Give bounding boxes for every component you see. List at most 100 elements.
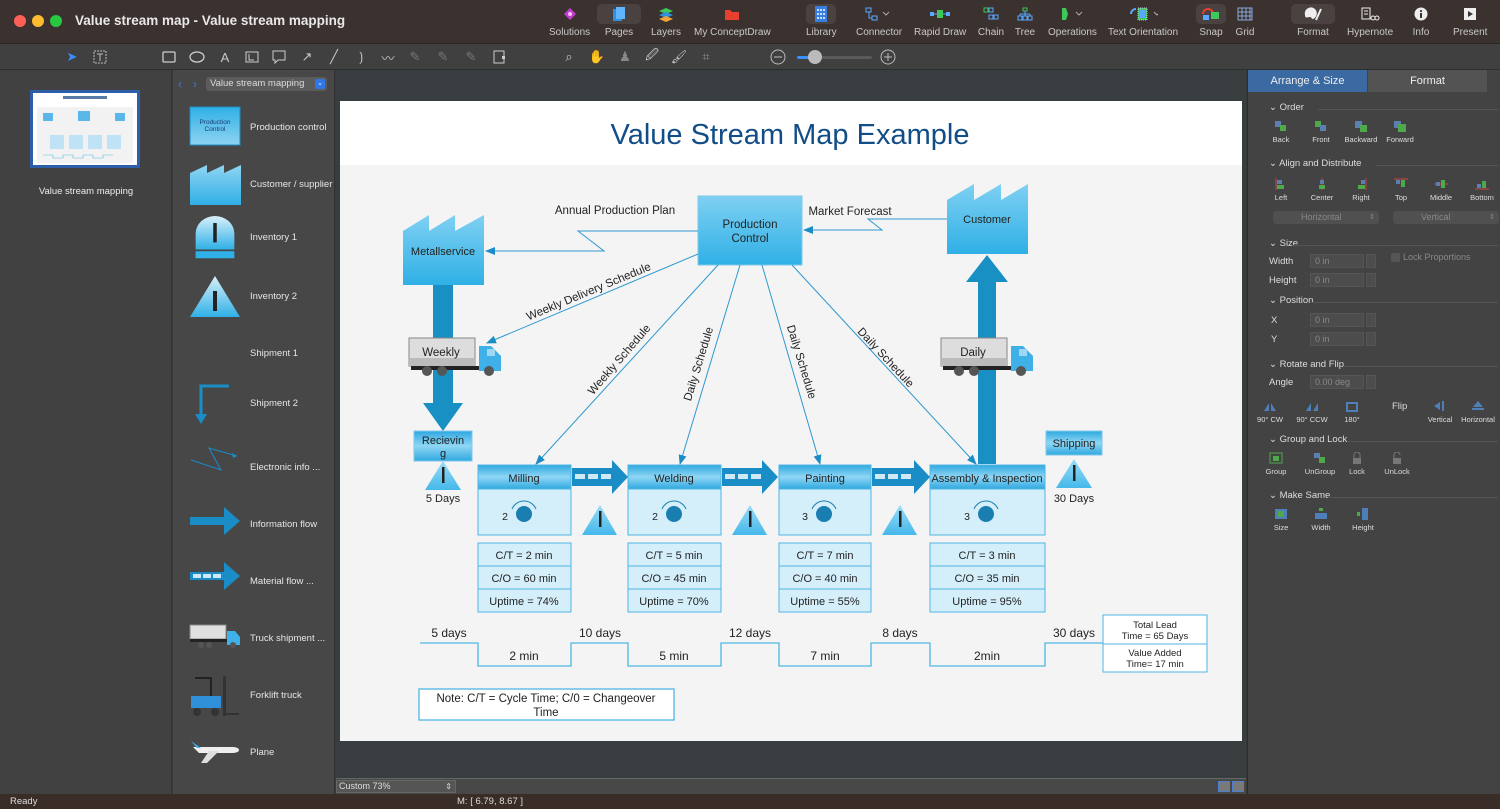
fit-page-icon[interactable]	[1232, 781, 1244, 792]
curve-tool-icon[interactable]: 〰	[379, 48, 397, 66]
zoom-in-icon[interactable]	[879, 48, 897, 66]
line-tool-icon[interactable]: ╱	[325, 48, 343, 66]
lead-time-summary[interactable]: Total Lead Time = 65 Days Value Added Ti…	[1102, 614, 1208, 673]
unlock-button[interactable]: UnLock	[1375, 452, 1419, 476]
eyedropper-tool-icon[interactable]: 🖉	[643, 47, 661, 66]
receiving-inventory[interactable]	[425, 461, 461, 490]
section-make-same[interactable]: ⌄ Make Same	[1269, 490, 1330, 501]
zoom-window-button[interactable]	[50, 15, 62, 27]
material-flow-arrow[interactable]	[572, 460, 628, 494]
angle-input[interactable]: 0.00 deg	[1310, 375, 1364, 389]
library-back-icon[interactable]: ‹	[178, 77, 182, 91]
y-stepper[interactable]	[1366, 332, 1376, 346]
my-conceptdraw-button[interactable]: My ConceptDraw	[694, 4, 771, 42]
zoom-tool-icon[interactable]: ⌕	[560, 48, 578, 66]
text-orientation-button[interactable]: Text Orientation	[1108, 4, 1178, 42]
library-button[interactable]: Library	[806, 4, 837, 42]
height-input[interactable]: 0 in	[1310, 273, 1364, 287]
connector-button[interactable]: Connector	[856, 4, 902, 42]
x-stepper[interactable]	[1366, 313, 1376, 327]
rapid-draw-button[interactable]: Rapid Draw	[914, 4, 966, 42]
tab-format[interactable]: Format	[1368, 70, 1487, 92]
library-item-shipment-1[interactable]: Shipment 1	[187, 332, 332, 382]
process-painting[interactable]: Painting 3	[778, 464, 872, 536]
select-tool-icon[interactable]: ➤	[63, 48, 81, 66]
section-rotate-flip[interactable]: ⌄ Rotate and Flip	[1269, 359, 1344, 370]
library-item-forklift[interactable]: Forklift truck	[187, 674, 332, 724]
library-item-material-flow[interactable]: Material flow ...	[187, 560, 332, 610]
group-button[interactable]: Group	[1254, 452, 1298, 476]
format-painter-tool-icon[interactable]: 🖌	[670, 48, 688, 66]
text-tool-icon[interactable]: A	[216, 48, 234, 66]
library-item-production-control[interactable]: Production Control Production control	[187, 106, 332, 156]
rotate-cw-button[interactable]: 90° CW	[1248, 400, 1292, 424]
supplier-factory[interactable]: Metallservice	[403, 215, 484, 285]
section-order[interactable]: ⌄ Order	[1269, 102, 1304, 113]
arrow-tool-icon[interactable]: ↗	[298, 48, 316, 66]
inventory-triangle[interactable]	[882, 505, 917, 535]
flip-horizontal-button[interactable]: Horizontal	[1456, 400, 1500, 424]
align-bottom-button[interactable]: Bottom	[1460, 178, 1500, 202]
y-input[interactable]: 0 in	[1310, 332, 1364, 346]
library-item-inventory-1[interactable]: Inventory 1	[187, 216, 332, 266]
zoom-slider-thumb[interactable]	[808, 50, 822, 64]
bezier-tool-icon[interactable]: ✎	[406, 48, 424, 66]
data-box-assembly[interactable]: C/T = 3 min C/O = 35 min Uptime = 95%	[929, 542, 1046, 613]
stamp-tool-icon[interactable]: ♟	[616, 48, 634, 66]
add-point-tool-icon[interactable]: ✎	[434, 48, 452, 66]
library-item-plane[interactable]: Plane	[187, 731, 332, 781]
inventory-triangle[interactable]	[732, 505, 767, 535]
minimize-window-button[interactable]	[32, 15, 44, 27]
close-window-button[interactable]	[14, 15, 26, 27]
align-left-button[interactable]: Left	[1259, 178, 1303, 202]
insert-shape-tool-icon[interactable]	[491, 48, 509, 66]
section-group-lock[interactable]: ⌄ Group and Lock	[1269, 434, 1347, 445]
zoom-out-icon[interactable]	[769, 48, 787, 66]
page-thumbnail[interactable]	[30, 90, 140, 168]
tree-button[interactable]: Tree	[1010, 4, 1040, 42]
snap-button[interactable]: Snap	[1196, 4, 1226, 42]
pages-button[interactable]: Pages	[597, 4, 641, 42]
section-size[interactable]: ⌄ Size	[1269, 238, 1298, 249]
library-item-customer-supplier[interactable]: Customer / supplier	[187, 163, 332, 213]
page-view-icon[interactable]	[1218, 781, 1230, 792]
hand-tool-icon[interactable]: ✋	[588, 48, 606, 66]
library-selector[interactable]: Value stream mapping ⌄	[206, 77, 327, 91]
bring-forward-button[interactable]: Forward	[1378, 120, 1422, 144]
rotate-180-button[interactable]: 180°	[1330, 400, 1374, 424]
info-button[interactable]: Info	[1406, 4, 1436, 42]
process-welding[interactable]: Welding 2	[627, 464, 722, 536]
customer-factory[interactable]: Customer	[947, 184, 1028, 254]
value-stream-diagram[interactable]: Value Stream Map Example Metallservice C…	[340, 101, 1242, 741]
same-size-button[interactable]: Size	[1259, 508, 1303, 532]
data-box-welding[interactable]: C/T = 5 min C/O = 45 min Uptime = 70%	[627, 542, 722, 613]
lock-proportions-checkbox[interactable]	[1391, 253, 1400, 262]
lock-button[interactable]: Lock	[1335, 452, 1379, 476]
distribute-vertical-select[interactable]: Vertical ⇕	[1393, 211, 1499, 224]
section-align[interactable]: ⌄ Align and Distribute	[1269, 158, 1361, 169]
chain-button[interactable]: Chain	[976, 4, 1006, 42]
text-block-tool-icon[interactable]	[91, 48, 109, 66]
library-item-truck-shipment[interactable]: Truck shipment ...	[187, 617, 332, 667]
text-box-tool-icon[interactable]	[243, 48, 261, 66]
send-backward-button[interactable]: Backward	[1339, 120, 1383, 144]
market-forecast-flow[interactable]	[803, 218, 947, 234]
same-width-button[interactable]: Width	[1299, 508, 1343, 532]
zoom-select[interactable]: Custom 73% ⇕	[336, 780, 456, 793]
x-input[interactable]: 0 in	[1310, 313, 1364, 327]
data-box-painting[interactable]: C/T = 7 min C/O = 40 min Uptime = 55%	[778, 542, 872, 613]
width-input[interactable]: 0 in	[1310, 254, 1364, 268]
align-right-button[interactable]: Right	[1339, 178, 1383, 202]
library-forward-icon[interactable]: ›	[193, 77, 197, 91]
library-item-information-flow[interactable]: Information flow	[187, 503, 332, 553]
library-item-electronic-info[interactable]: Electronic info ...	[187, 446, 332, 496]
rotate-ccw-button[interactable]: 90° CCW	[1290, 400, 1334, 424]
operations-button[interactable]: Operations	[1048, 4, 1097, 42]
process-milling[interactable]: Milling 2	[477, 464, 572, 536]
crop-tool-icon[interactable]: ⌗	[697, 48, 715, 66]
align-top-button[interactable]: Top	[1379, 178, 1423, 202]
note-box[interactable]: Note: C/T = Cycle Time; C/0 = Changeover…	[418, 688, 675, 721]
align-center-button[interactable]: Center	[1300, 178, 1344, 202]
process-assembly-inspection[interactable]: Assembly & Inspection 3	[929, 464, 1046, 536]
send-to-back-button[interactable]: Back	[1259, 120, 1303, 144]
